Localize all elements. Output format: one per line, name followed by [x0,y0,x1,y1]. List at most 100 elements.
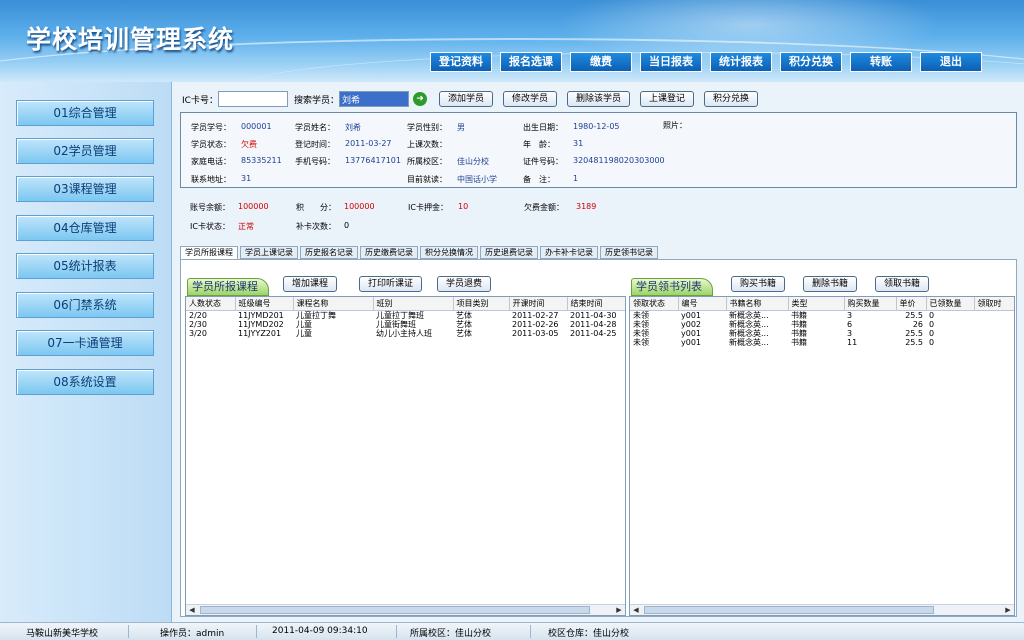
scroll-left-icon[interactable]: ◀ [186,605,198,615]
table-cell: 2011-02-26 [512,319,559,329]
table-row[interactable]: 2/20 11JYMD201 儿童拉丁舞 儿童拉丁舞班 艺体 2011-02-27 2011… [186,310,625,320]
column-header[interactable]: 人数状态 [186,297,236,311]
sidebar-item-reports[interactable]: 05统计报表 [16,253,154,279]
status-school-name: 马鞍山新美华学校 [26,629,99,639]
table-cell: 25.5 [905,310,923,320]
column-header[interactable]: 领取时 [974,297,1014,311]
points-exchange-button[interactable]: 积分兑换 [704,91,759,107]
table-row[interactable]: 未领 y001 新概念英... 书籍 11 25.5 0 [630,337,1014,347]
topnav-daily-report-button[interactable]: 当日报表 [640,52,702,72]
tab-points-exchange[interactable]: 积分兑换情况 [420,246,478,259]
balance-label: 账号余额： [190,203,230,212]
register-time-value: 2011-03-27 [345,139,392,148]
sidebar-item-card-management[interactable]: 07一卡通管理 [16,330,154,356]
deposit-label: IC卡押金： [408,203,448,212]
topnav-enroll-button[interactable]: 报名选课 [500,52,562,72]
column-header[interactable]: 购买数量 [844,297,897,311]
column-header[interactable]: 领取状态 [630,297,679,311]
scroll-right-icon[interactable]: ▶ [613,605,625,615]
sidebar-item-courses[interactable]: 03课程管理 [16,176,154,202]
tab-class-attendance[interactable]: 学员上课记录 [240,246,298,259]
card-status-value: 正常 [238,222,254,231]
top-navigation: 登记资料 报名选课 缴费 当日报表 统计报表 积分兑换 转账 退出 [430,52,982,72]
ic-card-input[interactable] [217,91,288,107]
address-label: 联系地址： [191,175,231,184]
column-header[interactable]: 课程名称 [293,297,374,311]
column-header[interactable]: 类型 [788,297,845,311]
column-header[interactable]: 书籍名称 [726,297,789,311]
courses-horizontal-scrollbar[interactable]: ◀ ▶ [186,604,625,615]
table-row[interactable]: 3/20 11JYYZ201 儿童 幼儿小主持人班 艺体 2011-03-05 2011-0… [186,328,625,338]
sidebar-item-access-control[interactable]: 06门禁系统 [16,292,154,318]
table-cell: 0 [929,337,935,347]
tab-enroll-history[interactable]: 历史报名记录 [300,246,358,259]
current-school-label: 目前就读： [407,175,447,184]
sidebar-item-settings[interactable]: 08系统设置 [16,369,154,395]
checkin-button[interactable]: 上课登记 [640,91,695,107]
column-header[interactable]: 编号 [678,297,727,311]
tab-book-history[interactable]: 历史领书记录 [600,246,658,259]
delete-student-button[interactable]: 删除该学员 [567,91,631,107]
column-header[interactable]: 已领数量 [926,297,975,311]
column-header[interactable]: 单价 [896,297,927,311]
column-header[interactable]: 班级编号 [235,297,294,311]
go-arrow-icon[interactable]: ➜ [412,92,427,106]
add-course-button[interactable]: 增加课程 [283,276,338,292]
receive-book-button[interactable]: 领取书籍 [875,276,930,292]
column-header[interactable]: 班别 [373,297,454,311]
scroll-left-icon[interactable]: ◀ [630,605,642,615]
student-gender-value: 男 [457,123,465,132]
deposit-value: 10 [458,202,469,211]
books-horizontal-scrollbar[interactable]: ◀ ▶ [630,604,1014,615]
scroll-right-icon[interactable]: ▶ [1002,605,1014,615]
table-cell: 3 [847,328,853,338]
table-cell: y002 [681,319,702,329]
topnav-payment-button[interactable]: 缴费 [570,52,632,72]
status-divider [128,625,129,638]
column-header[interactable]: 项目类别 [453,297,510,311]
courses-grid[interactable]: 人数状态 班级编号 课程名称 班别 项目类别 开课时间 结束时间 2/20 11J… [185,296,626,616]
record-tabs: 学员所报课程 学员上课记录 历史报名记录 历史缴费记录 积分兑换情况 历史退费记… [180,246,660,260]
scrollbar-thumb[interactable] [200,606,590,614]
table-cell: 26 [912,319,923,329]
table-row[interactable]: 未领 y002 新概念英... 书籍 6 26 0 [630,319,1014,329]
table-row[interactable]: 2/30 11JYMD202 儿童 儿童街舞班 艺体 2011-02-26 2011-04-… [186,319,625,329]
age-value: 31 [573,139,584,148]
topnav-transfer-button[interactable]: 转账 [850,52,912,72]
table-cell: 2/30 [189,319,207,329]
search-student-input[interactable] [338,91,409,107]
table-cell: 2011-04-25 [570,328,617,338]
column-header[interactable]: 结束时间 [567,297,625,311]
reissue-count-label: 补卡次数： [296,222,336,231]
books-grid[interactable]: 领取状态 编号 书籍名称 类型 购买数量 单价 已领数量 领取时 未领 y001 新… [629,296,1015,616]
buy-book-button[interactable]: 购买书籍 [731,276,786,292]
table-cell [974,320,1014,329]
tab-enrolled-courses[interactable]: 学员所报课程 [180,246,238,260]
address-value: 31 [241,174,252,183]
sidebar-item-general[interactable]: 01综合管理 [16,100,154,126]
table-row[interactable]: 未领 y001 新概念英... 书籍 3 25.5 0 [630,310,1014,320]
print-card-button[interactable]: 打印听课证 [359,276,423,292]
sidebar-item-students[interactable]: 02学员管理 [16,138,154,164]
topnav-exit-button[interactable]: 退出 [920,52,982,72]
table-row[interactable]: 未领 y001 新概念英... 书籍 3 25.5 0 [630,328,1014,338]
status-warehouse: 校区仓库：佳山分校 [548,629,630,639]
topnav-points-button[interactable]: 积分兑换 [780,52,842,72]
tab-card-issue-history[interactable]: 办卡补卡记录 [540,246,598,259]
mobile-label: 手机号码： [295,157,335,166]
table-cell: 儿童拉丁舞班 [376,310,424,320]
scrollbar-thumb[interactable] [644,606,934,614]
app-header: 学校培训管理系统 登记资料 报名选课 缴费 当日报表 统计报表 积分兑换 转账 … [0,0,1024,82]
add-student-button[interactable]: 添加学员 [438,91,493,107]
tab-payment-history[interactable]: 历史缴费记录 [360,246,418,259]
sidebar-item-warehouse[interactable]: 04仓库管理 [16,215,154,241]
tab-refund-history[interactable]: 历史退费记录 [480,246,538,259]
topnav-stats-report-button[interactable]: 统计报表 [710,52,772,72]
refund-button[interactable]: 学员退费 [437,276,492,292]
column-header[interactable]: 开课时间 [509,297,568,311]
edit-student-button[interactable]: 修改学员 [502,91,557,107]
delete-book-button[interactable]: 删除书籍 [803,276,858,292]
table-cell: 25.5 [905,337,923,347]
topnav-register-button[interactable]: 登记资料 [430,52,492,72]
table-cell [974,310,1014,320]
